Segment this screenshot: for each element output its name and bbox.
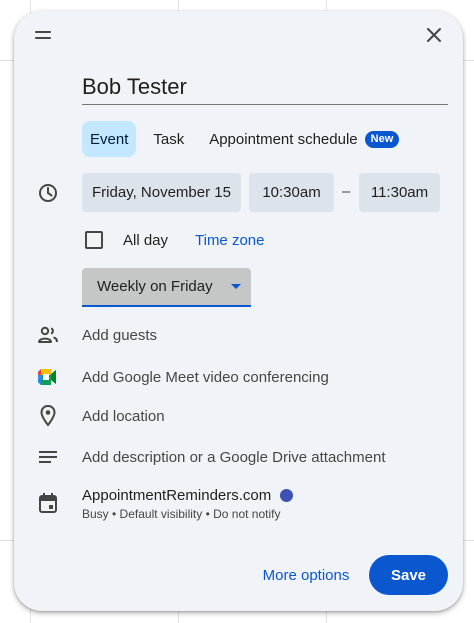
tab-label: Appointment schedule (209, 130, 358, 148)
more-options-button[interactable]: More options (250, 555, 362, 595)
start-time-text: 10:30am (262, 184, 321, 201)
event-type-tabs: Event Task Appointment schedule New (82, 121, 416, 157)
calendar-details: Busy • Default visibility • Do not notif… (82, 507, 281, 521)
title-input[interactable] (82, 71, 448, 103)
all-day-label: All day (123, 232, 169, 249)
save-button[interactable]: Save (369, 555, 448, 595)
date-text: Friday, November 15 (92, 184, 231, 201)
quick-event-dialog: Event Task Appointment schedule New Frid… (14, 11, 463, 611)
calendar-icon (36, 491, 60, 515)
start-time-chip[interactable]: 10:30am (249, 173, 334, 212)
google-meet-icon (36, 365, 60, 389)
tab-task[interactable]: Task (145, 121, 192, 157)
drag-handle-icon[interactable] (35, 29, 51, 41)
tab-event[interactable]: Event (82, 121, 137, 157)
tab-appointment-schedule[interactable]: Appointment schedule New (201, 121, 407, 157)
time-separator: – (342, 183, 351, 200)
title-field[interactable] (82, 71, 448, 105)
add-meet-row[interactable]: Add Google Meet video conferencing (82, 369, 329, 386)
dropdown-caret-icon (230, 284, 241, 289)
new-badge: New (364, 130, 400, 148)
people-icon (36, 323, 60, 347)
clock-icon (36, 181, 60, 205)
all-day-checkbox[interactable] (85, 231, 103, 249)
recurrence-dropdown[interactable]: Weekly on Friday (82, 268, 251, 307)
end-time-chip[interactable]: 11:30am (359, 173, 440, 212)
add-location-row[interactable]: Add location (82, 408, 165, 425)
date-chip[interactable]: Friday, November 15 (82, 173, 241, 212)
calendar-name: AppointmentReminders.com (82, 487, 272, 504)
add-guests-row[interactable]: Add guests (82, 327, 157, 344)
end-time-text: 11:30am (370, 184, 429, 201)
tab-label: Task (153, 130, 185, 148)
tab-label: Event (90, 130, 129, 148)
time-zone-link[interactable]: Time zone (195, 232, 264, 249)
calendar-selector[interactable]: AppointmentReminders.com (82, 487, 294, 504)
recurrence-value: Weekly on Friday (97, 278, 213, 295)
close-icon (427, 28, 441, 42)
description-lines-icon (36, 445, 60, 469)
add-description-row[interactable]: Add description or a Google Drive attach… (82, 449, 386, 466)
location-pin-icon (36, 404, 60, 428)
close-button[interactable] (422, 23, 446, 47)
calendar-color-dot (280, 489, 294, 502)
